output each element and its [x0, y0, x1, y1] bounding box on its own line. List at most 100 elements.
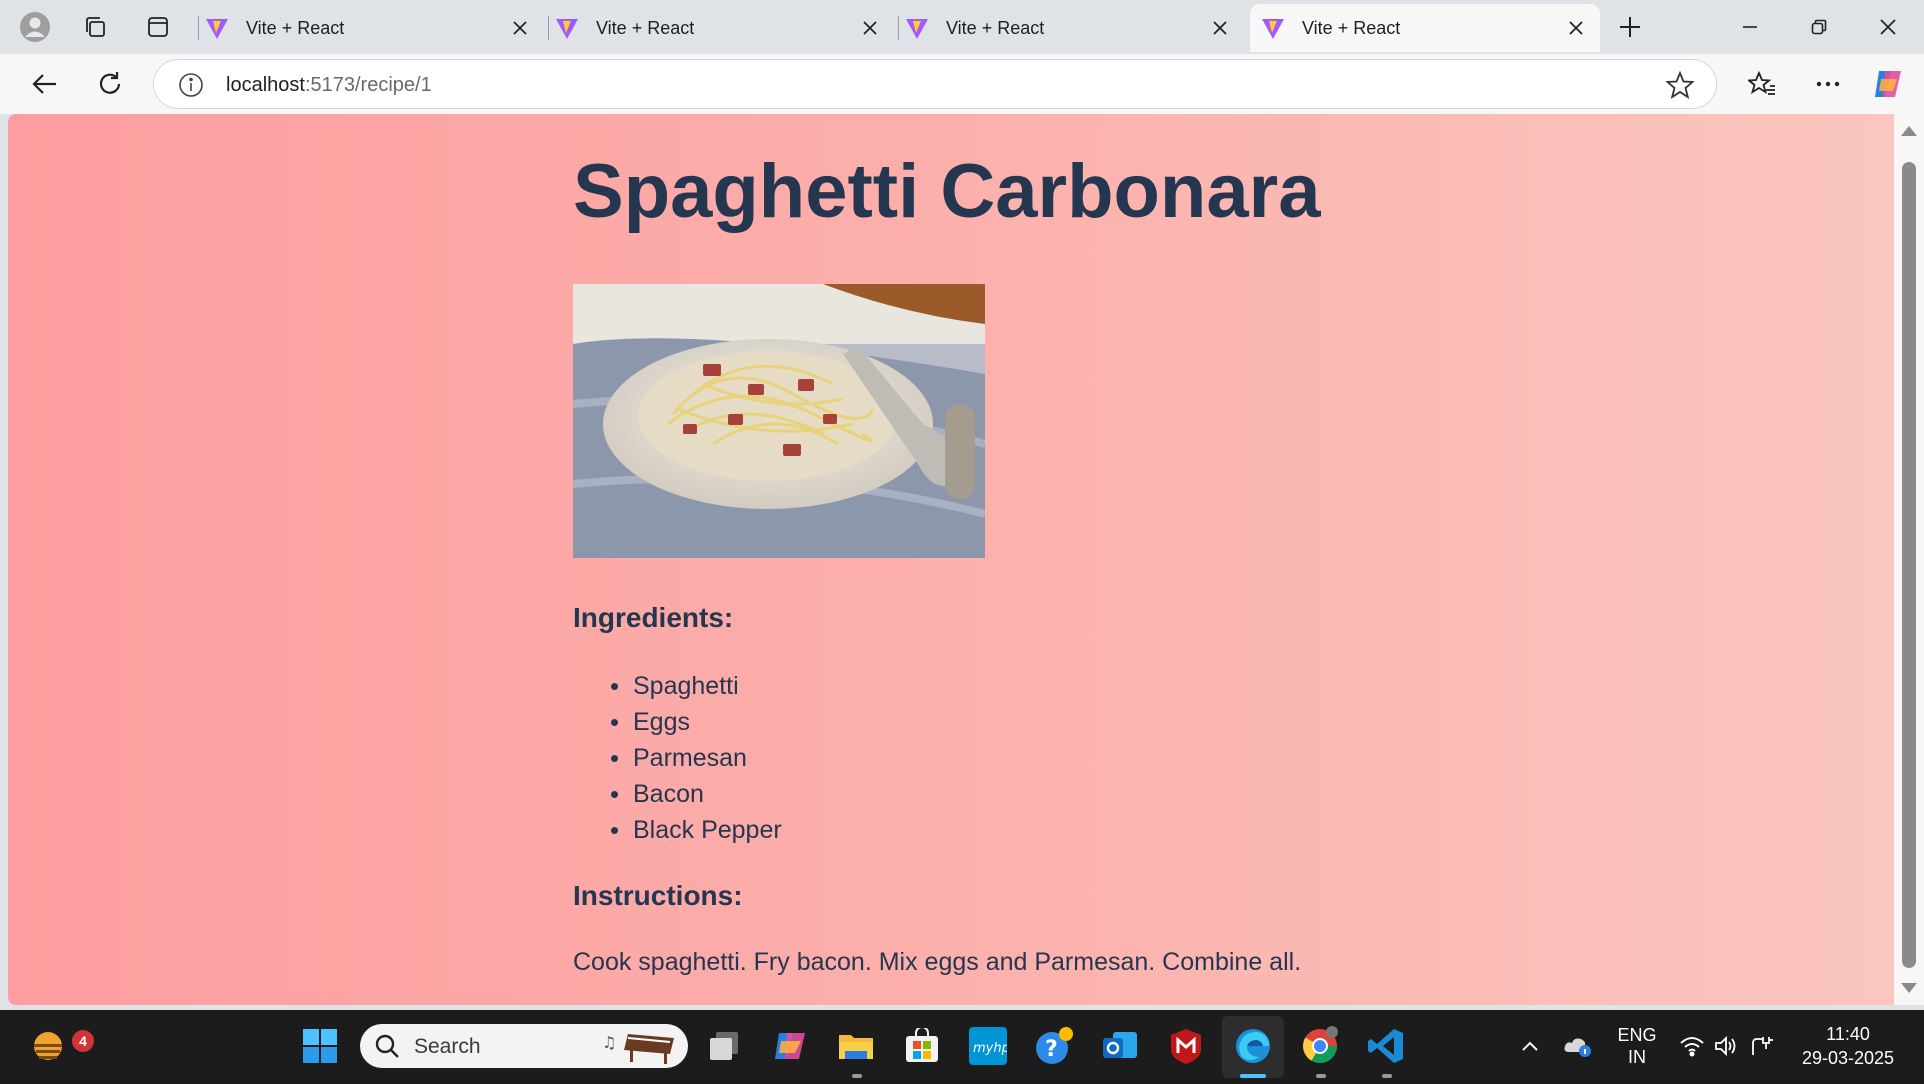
ingredient-item: Spaghetti — [611, 668, 782, 704]
close-icon[interactable] — [1208, 16, 1232, 40]
scroll-thumb[interactable] — [1902, 162, 1916, 968]
browser-tab[interactable]: Vite + React — [904, 4, 1244, 52]
back-button[interactable] — [24, 64, 64, 104]
chrome-button[interactable] — [1298, 1024, 1342, 1068]
tab-strip: Vite + React Vite + React Vite + React V… — [0, 0, 1924, 54]
task-view-button[interactable] — [702, 1024, 746, 1068]
workspaces-button[interactable] — [75, 9, 115, 45]
tab-title: Vite + React — [596, 17, 695, 38]
minimize-button[interactable] — [1716, 0, 1784, 54]
ingredients-heading: Ingredients: — [573, 602, 734, 633]
chevron-up-icon — [1522, 1041, 1538, 1051]
browser-toolbar: localhost:5173/recipe/1 — [0, 54, 1924, 114]
refresh-icon — [99, 72, 121, 94]
battery-plug-icon — [1752, 1037, 1773, 1055]
arrow-left-icon — [32, 74, 56, 94]
page-viewport: Spaghetti Carbonara Ingredients: Spaghet… — [8, 114, 1894, 1005]
copilot-icon — [1875, 71, 1901, 97]
onedrive-status-button[interactable] — [1556, 1024, 1600, 1068]
weather-icon — [34, 1032, 62, 1060]
mcafee-icon — [1171, 1029, 1201, 1064]
ingredient-item: Bacon — [611, 776, 782, 812]
task-view-icon — [710, 1032, 738, 1060]
vite-icon — [906, 19, 928, 39]
instructions-text: Cook spaghetti. Fry bacon. Mix eggs and … — [573, 948, 1302, 976]
info-icon[interactable] — [178, 72, 204, 98]
browser-tab-active[interactable]: Vite + React — [1250, 4, 1600, 52]
store-button[interactable] — [900, 1024, 944, 1068]
volume-icon — [1715, 1035, 1736, 1057]
svg-text:myhp: myhp — [973, 1041, 1007, 1056]
close-icon[interactable] — [1564, 16, 1588, 40]
star-icon[interactable] — [1666, 71, 1694, 99]
copilot-icon — [775, 1033, 805, 1059]
language-label: ENG — [1617, 1025, 1657, 1045]
workspaces-icon — [86, 17, 105, 37]
recipe-image — [573, 284, 985, 558]
help-button[interactable]: ? — [1032, 1024, 1076, 1068]
close-window-button[interactable] — [1854, 0, 1922, 54]
region-label: IN — [1628, 1047, 1646, 1067]
tab-separator — [548, 16, 549, 40]
pasta-plate-image — [573, 284, 985, 558]
search-placeholder: Search — [414, 1035, 481, 1058]
url-host: localhost — [226, 74, 305, 96]
weather-widget[interactable]: 4 — [26, 1024, 94, 1068]
notification-badge: 4 — [72, 1030, 94, 1052]
running-indicator — [852, 1074, 862, 1078]
instructions-heading: Instructions: — [573, 880, 743, 911]
clock[interactable]: 11:40 29-03-2025 — [1796, 1022, 1900, 1070]
start-icon — [303, 1029, 337, 1063]
address-bar[interactable]: localhost:5173/recipe/1 — [153, 59, 1717, 109]
mcafee-button[interactable] — [1164, 1024, 1208, 1068]
active-indicator — [1240, 1074, 1266, 1078]
restore-button[interactable] — [1785, 0, 1853, 54]
browser-tab[interactable]: Vite + React — [204, 4, 544, 52]
cloud-info-icon — [1564, 1038, 1591, 1057]
close-icon[interactable] — [508, 16, 532, 40]
url-path: :5173/recipe/1 — [304, 74, 432, 96]
favorites-button[interactable] — [1742, 64, 1782, 104]
ingredients-list: Spaghetti Eggs Parmesan Bacon Black Pepp… — [611, 668, 782, 848]
myhp-button[interactable]: myhp — [966, 1024, 1010, 1068]
minimize-icon — [1743, 26, 1757, 28]
outlook-button[interactable] — [1098, 1024, 1142, 1068]
more-horizontal-icon — [1816, 81, 1840, 87]
profile-icon — [20, 12, 50, 42]
taskbar-search[interactable]: Search ♫ — [360, 1024, 688, 1068]
browser-tab[interactable]: Vite + React — [554, 4, 894, 52]
refresh-button[interactable] — [90, 64, 130, 104]
copilot-button[interactable] — [1868, 64, 1908, 104]
tab-actions-icon — [148, 17, 168, 37]
favorites-icon — [1748, 70, 1775, 95]
scroll-up-arrow-icon[interactable] — [1901, 126, 1917, 136]
date-label: 29-03-2025 — [1801, 1048, 1895, 1068]
start-button[interactable] — [298, 1024, 342, 1068]
battery-button[interactable] — [1740, 1024, 1784, 1068]
language-indicator[interactable]: ENG IN — [1612, 1024, 1662, 1068]
running-indicator — [1382, 1074, 1392, 1078]
vscode-button[interactable] — [1364, 1024, 1408, 1068]
vertical-tabs-button[interactable] — [138, 9, 178, 45]
edge-button[interactable] — [1231, 1024, 1275, 1068]
svg-text:?: ? — [1045, 1037, 1058, 1062]
chrome-icon — [1303, 1026, 1338, 1063]
tab-title: Vite + React — [246, 17, 345, 38]
vite-icon — [206, 19, 228, 39]
profile-button[interactable] — [15, 9, 55, 45]
more-options-button[interactable] — [1808, 64, 1848, 104]
copilot-taskbar-button[interactable] — [768, 1024, 812, 1068]
plus-icon — [1620, 17, 1640, 37]
scroll-down-arrow-icon[interactable] — [1901, 983, 1917, 993]
close-icon[interactable] — [858, 16, 882, 40]
recipe-title: Spaghetti Carbonara — [573, 149, 1321, 234]
tab-title: Vite + React — [946, 17, 1045, 38]
new-tab-button[interactable] — [1610, 9, 1650, 45]
vite-icon — [556, 19, 578, 39]
close-icon — [1880, 19, 1896, 35]
piano-search-highlight-icon: ♫ — [602, 1033, 674, 1064]
page-scrollbar[interactable] — [1894, 114, 1924, 1005]
url-text[interactable]: localhost:5173/recipe/1 — [226, 74, 432, 97]
show-hidden-icons-button[interactable] — [1508, 1024, 1552, 1068]
file-explorer-button[interactable] — [834, 1024, 878, 1068]
